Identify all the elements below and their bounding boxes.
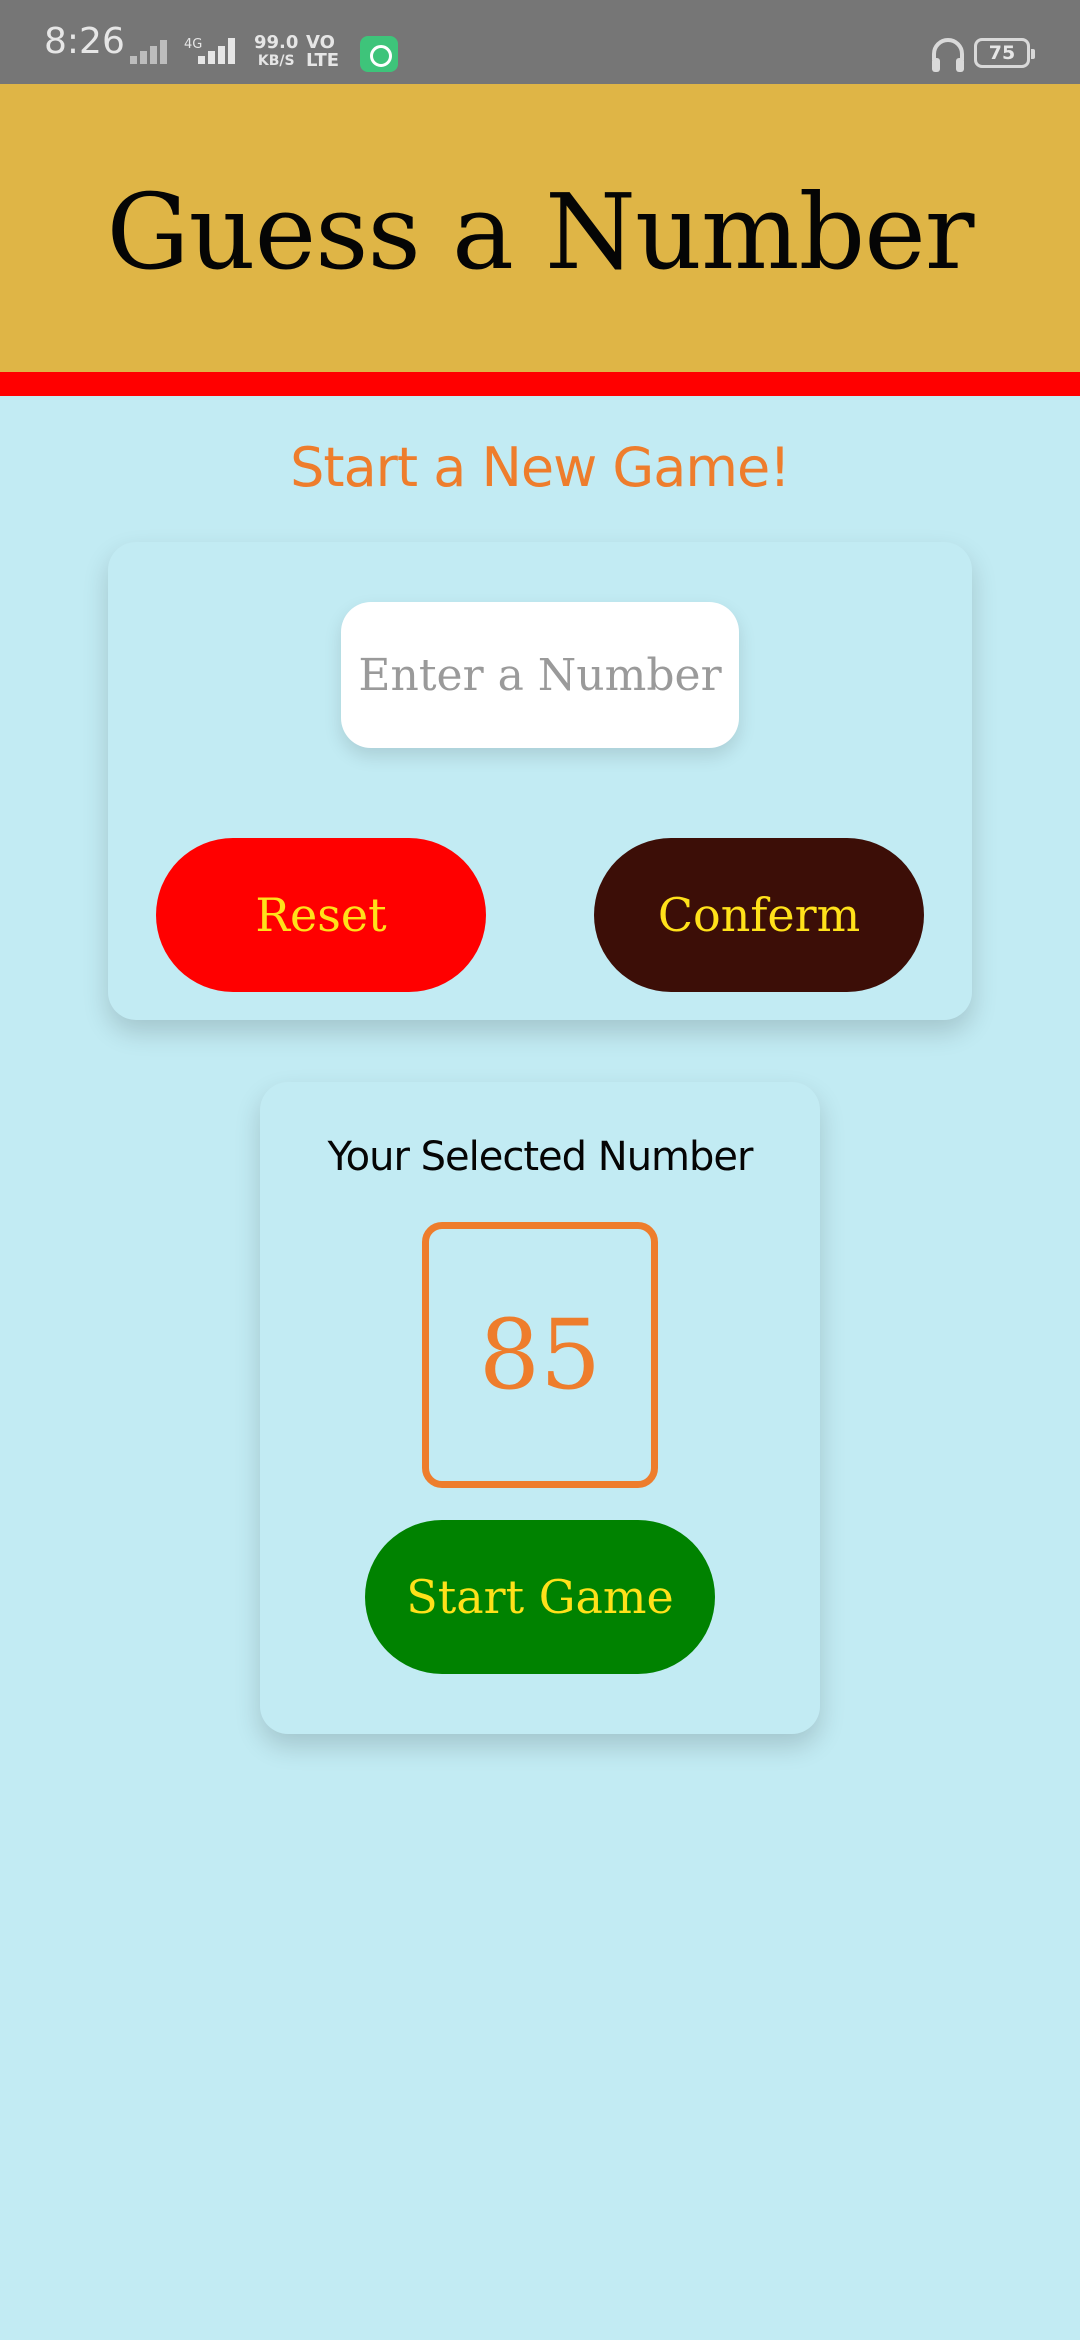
start-game-button[interactable]: Start Game [365,1520,715,1674]
network-speed: 99.0 KB/S [254,34,298,70]
selected-number-value: 85 [478,1299,602,1411]
headphone-icon [932,38,964,72]
reset-button[interactable]: Reset [156,838,486,992]
selected-number-title: Your Selected Number [327,1134,754,1180]
screen-subtitle: Start a New Game! [290,436,791,499]
volte-indicator: VO LTE [306,34,339,70]
status-bar: 8:26 4G 99.0 KB/S VO LTE 75 [0,0,1080,84]
battery-icon: 75 [974,38,1035,68]
speed-value: 99.0 [254,32,299,53]
volte-line2: LTE [306,50,340,71]
selected-number-card: Your Selected Number 85 Start Game [260,1082,820,1734]
page-title: Guess a Number [106,171,975,293]
input-card: Reset Conferm [108,542,972,1020]
confirm-button[interactable]: Conferm [594,838,924,992]
header-stripe [0,372,1080,396]
app-header: Guess a Number [0,84,1080,372]
network-type-label: 4G [184,37,203,52]
status-time: 8:26 [44,21,125,62]
speed-unit: KB/S [257,53,295,69]
selected-number-box: 85 [422,1222,658,1488]
app-notification-icon [360,36,398,72]
number-input[interactable] [341,602,739,748]
battery-level: 75 [988,42,1016,64]
